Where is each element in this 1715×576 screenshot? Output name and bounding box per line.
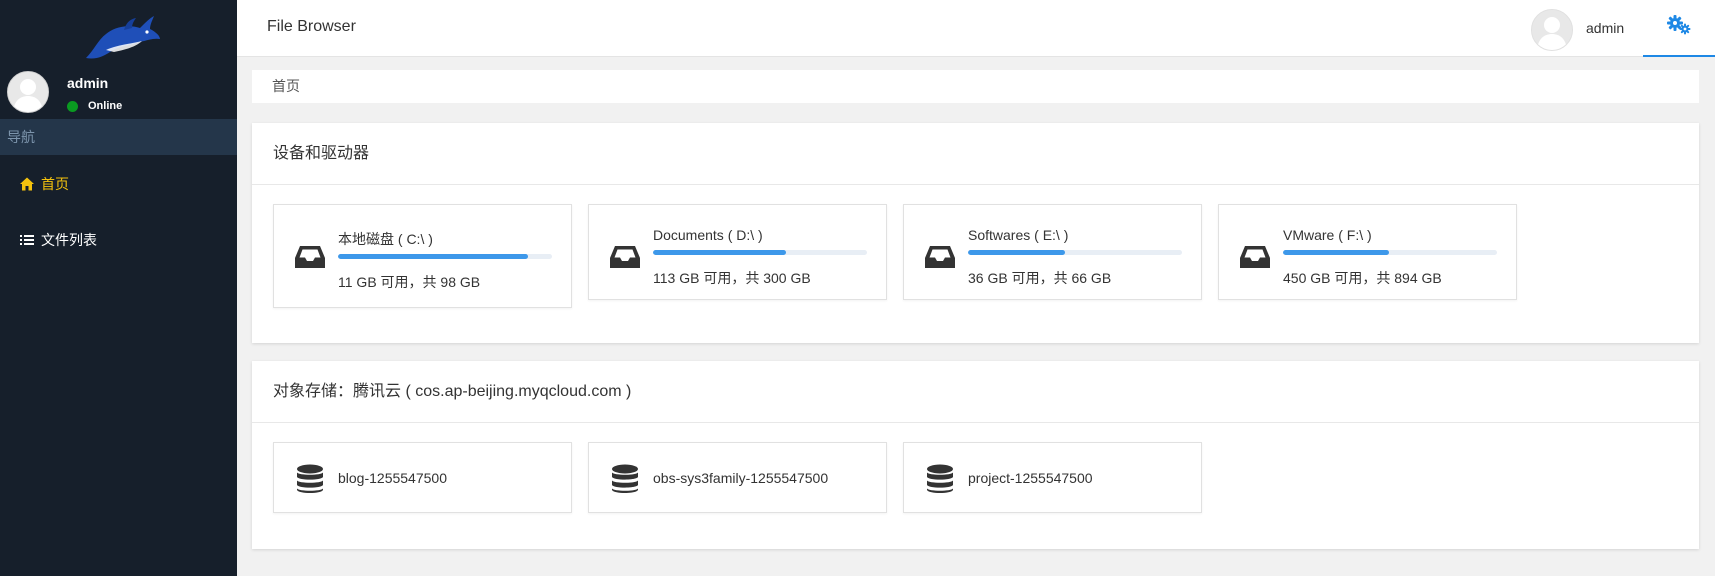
database-icon: [294, 463, 326, 495]
drive-name: Softwares ( E:\ ): [968, 227, 1069, 243]
drives-panel-title: 设备和驱动器: [252, 123, 1699, 185]
settings-button[interactable]: [1643, 0, 1715, 57]
home-icon: [19, 176, 35, 192]
drive-usage-text: 113 GB 可用，共 300 GB: [653, 270, 811, 286]
drives-panel: 设备和驱动器 本地磁盘 ( C:\ ) 11 GB 可用，共 98 GB Doc…: [252, 123, 1699, 343]
sidebar-item-label: 文件列表: [41, 232, 97, 248]
gears-icon: [1666, 14, 1692, 41]
drive-usage-fill: [968, 250, 1066, 255]
sidebar-user-name: admin: [67, 75, 109, 91]
object-storage-panel: 对象存储：腾讯云 ( cos.ap-beijing.myqcloud.com )…: [252, 361, 1699, 549]
sidebar-item-file-list[interactable]: 文件列表: [19, 230, 97, 250]
list-icon: [19, 232, 35, 248]
sidebar-item-home[interactable]: 首页: [19, 174, 69, 194]
dolphin-logo: [80, 10, 162, 62]
drive-usage-fill: [1283, 250, 1390, 255]
drive-usage-bar: [338, 254, 552, 259]
drive-card[interactable]: 本地磁盘 ( C:\ ) 11 GB 可用，共 98 GB: [273, 204, 572, 308]
drive-usage-fill: [338, 254, 529, 259]
inbox-drive-icon: [294, 241, 326, 273]
database-icon: [924, 463, 956, 495]
drive-usage-bar: [653, 250, 867, 255]
user-status: Online: [67, 100, 122, 112]
bucket-name: blog-1255547500: [338, 470, 447, 486]
top-user-name[interactable]: admin: [1586, 20, 1624, 36]
drive-usage-fill: [653, 250, 787, 255]
drive-card[interactable]: VMware ( F:\ ) 450 GB 可用，共 894 GB: [1218, 204, 1517, 300]
breadcrumb-home[interactable]: 首页: [272, 78, 300, 94]
sidebar-item-label: 首页: [41, 176, 69, 192]
bucket-card[interactable]: project-1255547500: [903, 442, 1202, 513]
app-title: File Browser: [267, 18, 356, 35]
bucket-card[interactable]: obs-sys3family-1255547500: [588, 442, 887, 513]
drive-usage-text: 36 GB 可用，共 66 GB: [968, 270, 1112, 286]
bucket-name: project-1255547500: [968, 470, 1093, 486]
drive-usage-bar: [968, 250, 1182, 255]
drive-card[interactable]: Softwares ( E:\ ) 36 GB 可用，共 66 GB: [903, 204, 1202, 300]
inbox-drive-icon: [1239, 241, 1271, 273]
breadcrumb: 首页: [252, 70, 1699, 103]
object-storage-title: 对象存储：腾讯云 ( cos.ap-beijing.myqcloud.com ): [252, 361, 1699, 423]
drive-card[interactable]: Documents ( D:\ ) 113 GB 可用，共 300 GB: [588, 204, 887, 300]
database-icon: [609, 463, 641, 495]
inbox-drive-icon: [609, 241, 641, 273]
user-status-text: Online: [88, 100, 123, 112]
drive-usage-text: 11 GB 可用，共 98 GB: [338, 274, 481, 290]
nav-header: 导航: [0, 119, 237, 155]
top-bar: File Browser admin: [237, 0, 1715, 57]
drive-name: VMware ( F:\ ): [1283, 227, 1372, 243]
drive-name: 本地磁盘 ( C:\ ): [338, 231, 433, 247]
avatar[interactable]: [1531, 9, 1573, 51]
drive-usage-bar: [1283, 250, 1497, 255]
bucket-card[interactable]: blog-1255547500: [273, 442, 572, 513]
avatar: [7, 71, 49, 113]
drive-name: Documents ( D:\ ): [653, 227, 763, 243]
bucket-name: obs-sys3family-1255547500: [653, 470, 829, 486]
online-status-dot: [67, 100, 78, 112]
drive-usage-text: 450 GB 可用，共 894 GB: [1283, 270, 1442, 286]
sidebar: admin Online 导航 首页 文件列表: [0, 0, 237, 576]
inbox-drive-icon: [924, 241, 956, 273]
